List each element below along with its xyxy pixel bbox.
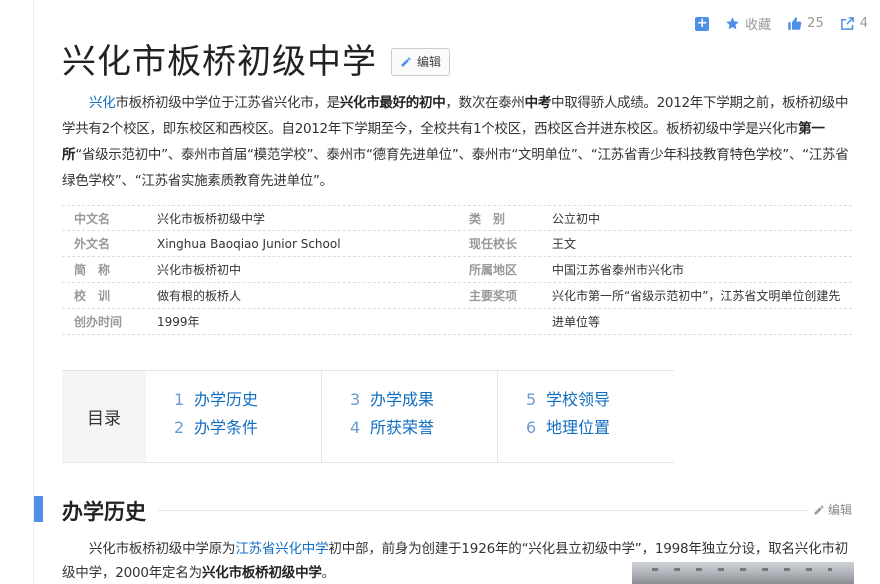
section-text: 兴化市板桥初级中学原为 (89, 541, 236, 557)
summary-bold: 中考 (524, 95, 552, 111)
info-key: 简 称 (74, 263, 111, 277)
info-row: 创办时间 1999年 进单位等 (62, 309, 852, 335)
toc-item-location[interactable]: 6 地理位置 (526, 416, 674, 444)
info-key: 外文名 (74, 237, 111, 251)
toc-item-label: 地理位置 (546, 418, 611, 437)
toc-label: 目录 (62, 371, 146, 462)
edit-label: 编辑 (417, 55, 442, 69)
info-value: 做有根的板桥人 (157, 289, 242, 303)
info-value: 兴化市第一所“省级示范初中”，江苏省文明单位创建先 (552, 289, 841, 303)
star-icon (726, 17, 739, 30)
toc-number: 1 (174, 390, 185, 409)
favorite-button[interactable]: 收藏 (725, 14, 771, 33)
toc-item-honors[interactable]: 4 所获荣誉 (350, 416, 497, 444)
toc-item-label: 学校领导 (546, 390, 611, 409)
info-key: 校 训 (74, 289, 111, 303)
summary-text: 市板桥初级中学位于江苏省兴化市，是 (115, 95, 340, 111)
info-key: 所属地区 (469, 263, 518, 277)
summary-bold: 兴化市最好的初中 (339, 95, 446, 111)
info-row: 校 训 做有根的板桥人 主要奖项 兴化市第一所“省级示范初中”，江苏省文明单位创… (62, 283, 852, 309)
toc-column: 5 学校领导 6 地理位置 (498, 371, 674, 462)
info-value: 进单位等 (552, 315, 601, 329)
add-button[interactable]: + (695, 15, 710, 31)
top-actions: + 收藏 25 4 (679, 14, 868, 33)
section-text: 。 (321, 565, 336, 581)
info-key: 创办时间 (74, 315, 123, 329)
plus-icon: + (695, 15, 710, 31)
toc-item-label: 办学历史 (194, 390, 259, 409)
info-value: 1999年 (157, 315, 200, 329)
toc-number: 6 (526, 418, 537, 437)
toc-item-label: 办学成果 (370, 390, 435, 409)
section-accent-bar (34, 496, 43, 522)
info-row: 中文名 兴化市板桥初级中学 类 别 公立初中 (62, 205, 852, 231)
info-value: 王文 (552, 237, 577, 251)
info-value: Xinghua Baoqiao Junior School (157, 236, 341, 251)
section-title: 办学历史 (62, 500, 146, 524)
page-title: 兴化市板桥初级中学 (62, 42, 377, 82)
toc-item-conditions[interactable]: 2 办学条件 (174, 416, 321, 444)
favorite-label: 收藏 (745, 18, 772, 33)
section-bold: 兴化市板桥初级中学 (201, 565, 322, 581)
section-divider (158, 510, 808, 511)
toc-number: 3 (350, 390, 361, 409)
toc-number: 5 (526, 390, 537, 409)
toc-item-history[interactable]: 1 办学历史 (174, 388, 321, 416)
share-count: 4 (859, 16, 868, 31)
info-value: 公立初中 (552, 211, 601, 226)
section-image-thumbnail[interactable] (632, 562, 854, 584)
edit-button[interactable]: 编辑 (391, 47, 451, 76)
page: + 收藏 25 4 兴化市板桥初级中学 编辑 兴化市板桥初级中学位于江苏省兴化市… (0, 0, 880, 584)
pencil-icon (814, 505, 824, 514)
toc-item-leaders[interactable]: 5 学校领导 (526, 388, 674, 416)
toc-column: 1 办学历史 2 办学条件 (146, 371, 322, 462)
summary-text: “省级示范初中”、泰州市首届“模范学校”、泰州市“德育先进单位”、泰州市“文明单… (62, 147, 849, 189)
link-jiangsu-xinghua-middle-school[interactable]: 江苏省兴化中学 (235, 541, 328, 557)
share-button[interactable]: 4 (840, 16, 868, 31)
toc-item-label: 所获荣誉 (370, 418, 435, 437)
summary-text: ，数次在泰州 (445, 95, 525, 111)
info-value: 兴化市板桥初级中学 (157, 211, 266, 226)
share-icon (840, 17, 854, 30)
like-button[interactable]: 25 (787, 16, 824, 31)
toc-column: 3 办学成果 4 所获荣誉 (322, 371, 498, 462)
section-edit-button[interactable]: 编辑 (813, 501, 852, 518)
info-key: 中文名 (74, 211, 111, 226)
toc-item-label: 办学条件 (194, 418, 259, 437)
info-value: 中国江苏省泰州市兴化市 (552, 263, 685, 277)
toc-number: 2 (174, 418, 185, 437)
title-row: 兴化市板桥初级中学 编辑 (62, 34, 451, 83)
info-key: 主要奖项 (469, 289, 518, 303)
info-key: 类 别 (469, 211, 506, 226)
info-key: 现任校长 (469, 237, 518, 251)
left-gutter (0, 0, 34, 584)
toc-number: 4 (350, 418, 361, 437)
toc-item-achievements[interactable]: 3 办学成果 (350, 388, 497, 416)
thumbnail-detail (652, 568, 832, 571)
basic-info-table: 中文名 兴化市板桥初级中学 类 别 公立初中 外文名 Xinghua Baoqi… (62, 205, 852, 335)
section-edit-label: 编辑 (827, 503, 852, 517)
like-count: 25 (807, 16, 824, 31)
info-row: 外文名 Xinghua Baoqiao Junior School 现任校长 王… (62, 231, 852, 257)
info-value: 兴化市板桥初中 (157, 263, 242, 277)
table-of-contents: 目录 1 办学历史 2 办学条件 3 办学成果 4 所获荣誉 5 学校领导 6 地理位置 (62, 370, 674, 463)
summary-paragraph: 兴化市板桥初级中学位于江苏省兴化市，是兴化市最好的初中，数次在泰州中考中取得骄人… (62, 90, 852, 194)
thumbs-up-icon (788, 17, 802, 30)
link-xinghua[interactable]: 兴化 (89, 95, 116, 111)
pencil-icon (401, 57, 411, 66)
info-row: 简 称 兴化市板桥初中 所属地区 中国江苏省泰州市兴化市 (62, 257, 852, 283)
